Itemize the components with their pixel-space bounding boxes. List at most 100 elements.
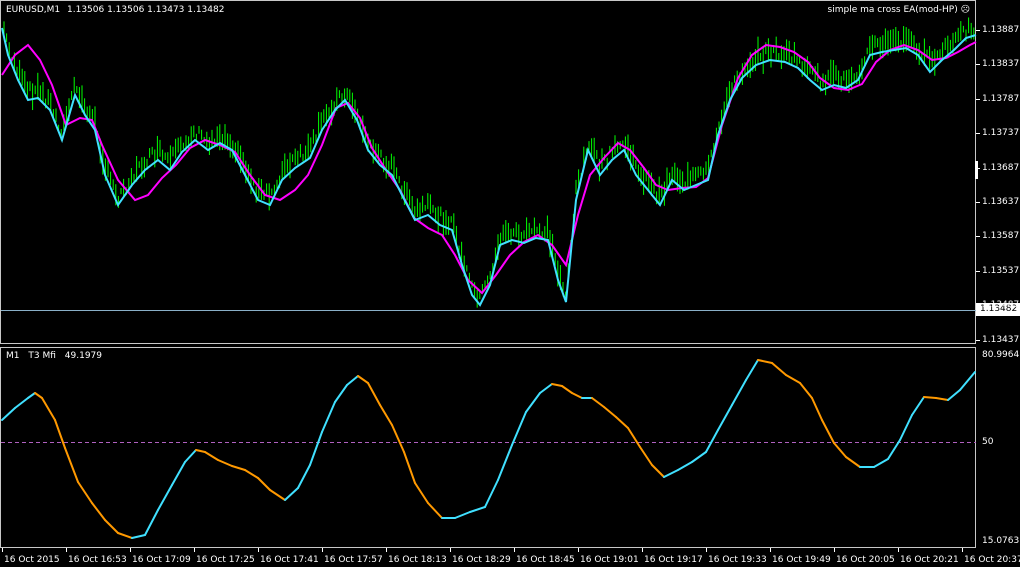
price-axis-tick xyxy=(976,167,980,169)
t3-mfi-segment xyxy=(663,469,679,478)
price-axis-tick xyxy=(976,133,980,135)
price-axis-label: 1.13837 xyxy=(982,59,1020,70)
time-axis-label: 16 Oct 18:29 xyxy=(452,555,511,565)
t3-mfi-segment xyxy=(195,449,206,453)
t3-mfi-segment xyxy=(639,446,653,466)
t3-mfi-segment xyxy=(414,482,429,504)
t3-mfi-segment xyxy=(821,419,835,444)
price-axis-label: 1.13887 xyxy=(982,25,1020,35)
price-axis-tick xyxy=(976,305,980,307)
t3-mfi-segment xyxy=(269,489,286,501)
t3-mfi-segment xyxy=(497,444,513,481)
t3-mfi-segment xyxy=(334,384,348,403)
t3-mfi-segment xyxy=(771,362,787,376)
indicator-title: M1 T3 Mfi 49.1979 xyxy=(6,351,108,361)
price-axis-label: 1.13687 xyxy=(982,162,1020,173)
t3-mfi-segment xyxy=(525,392,541,413)
t3-mfi-segment xyxy=(27,392,36,399)
price-axis-tick xyxy=(976,64,980,66)
t3-mfi-segment xyxy=(117,532,133,539)
t3-mfi-segment xyxy=(244,469,259,479)
time-axis-tick xyxy=(578,548,579,552)
t3-mfi-segment xyxy=(391,424,405,453)
time-axis-tick xyxy=(386,548,387,552)
t3-mfi-segment xyxy=(91,502,106,521)
t3-mfi-segment xyxy=(511,411,527,446)
t3-mfi-segment xyxy=(171,461,186,486)
time-axis-tick xyxy=(66,548,67,552)
time-axis-label: 16 Oct 2015 xyxy=(4,555,60,565)
time-axis-tick xyxy=(322,548,323,552)
time-axis-tick xyxy=(258,548,259,552)
t3-mfi-segment xyxy=(923,396,937,399)
price-axis-tick xyxy=(976,236,980,238)
price-axis-label: 1.13737 xyxy=(982,128,1020,139)
time-axis-label: 16 Oct 16:53 xyxy=(68,555,127,565)
time-axis-tick xyxy=(514,548,515,552)
price-axis-tick xyxy=(976,98,980,100)
t3-mfi-segment xyxy=(887,439,901,460)
indicator-name: T3 Mfi xyxy=(28,351,56,361)
time-axis-label: 16 Oct 17:41 xyxy=(260,555,319,565)
t3-mfi-segment xyxy=(935,397,949,401)
chart-header: EURUSD,M1 1.13506 1.13506 1.13473 1.1348… xyxy=(6,5,228,15)
t3-mfi-segment xyxy=(14,397,29,409)
price-axis-label: 1.13787 xyxy=(982,93,1020,104)
t3-mfi-segment xyxy=(705,429,719,453)
t3-mfi-segment xyxy=(64,447,79,483)
price-axis-tick xyxy=(976,339,980,341)
t3-mfi-segment xyxy=(603,406,617,418)
time-axis-tick xyxy=(898,548,899,552)
t3-mfi-segment xyxy=(184,449,197,463)
chart-canvas xyxy=(1,17,977,539)
t3-mfi-segment xyxy=(469,506,486,513)
time-axis-tick xyxy=(770,548,771,552)
t3-mfi-segment xyxy=(677,461,693,471)
t3-mfi-segment xyxy=(54,419,66,449)
symbol-label: EURUSD,M1 xyxy=(6,5,61,15)
t3-mfi-segment xyxy=(104,519,119,534)
time-axis-tick xyxy=(194,548,195,552)
t3-mfi-segment xyxy=(845,456,861,468)
t3-mfi-segment xyxy=(571,392,583,399)
price-axis-tick xyxy=(976,270,980,272)
fast-ma-line xyxy=(1,27,977,307)
t3-mfi-segment xyxy=(231,465,246,471)
t3-mfi-segment xyxy=(257,477,271,491)
t3-mfi-segment xyxy=(297,464,311,489)
price-axis-label: 1.13537 xyxy=(982,265,1020,276)
t3-mfi-segment xyxy=(591,397,605,408)
t3-mfi-segment xyxy=(561,385,573,394)
t3-mfi-segment xyxy=(217,459,233,467)
t3-mfi-segment xyxy=(873,458,889,468)
t3-mfi-segment xyxy=(947,389,961,401)
time-axis-tick xyxy=(834,548,835,552)
t3-mfi-segment xyxy=(785,374,801,384)
indicator-axis-bottom: 15.0763 xyxy=(982,536,1020,546)
t3-mfi-segment xyxy=(1,407,16,421)
ohlc-values: 1.13506 1.13506 1.13473 1.13482 xyxy=(67,5,225,15)
indicator-axis-mid: 50 xyxy=(982,437,994,447)
expert-advisor-label: simple ma cross EA(mod-HP) ☹ xyxy=(827,5,970,15)
t3-mfi-segment xyxy=(811,397,823,421)
t3-mfi-segment xyxy=(651,464,665,478)
t3-mfi-segment xyxy=(911,396,925,416)
price-axis-label: 1.13487 xyxy=(982,300,1020,311)
t3-mfi-segment xyxy=(833,442,847,458)
indicator-axis-top: 80.9964 xyxy=(982,350,1020,360)
t3-mfi-segment xyxy=(403,451,416,484)
t3-mfi-segment xyxy=(799,382,813,399)
t3-mfi-segment xyxy=(717,404,733,431)
price-axis-label: 1.13587 xyxy=(982,231,1020,242)
indicator-value: 49.1979 xyxy=(64,351,102,361)
t3-mfi-segment xyxy=(627,427,641,448)
t3-mfi-segment xyxy=(321,401,336,433)
chart-shift-marker[interactable] xyxy=(975,161,978,179)
t3-mfi-segment xyxy=(427,502,443,519)
time-axis-tick xyxy=(706,548,707,552)
t3-mfi-segment xyxy=(899,414,913,441)
time-axis-tick xyxy=(130,548,131,552)
time-axis-label: 16 Oct 17:09 xyxy=(132,555,191,565)
t3-mfi-segment xyxy=(615,416,629,429)
t3-mfi-segment xyxy=(204,451,219,461)
